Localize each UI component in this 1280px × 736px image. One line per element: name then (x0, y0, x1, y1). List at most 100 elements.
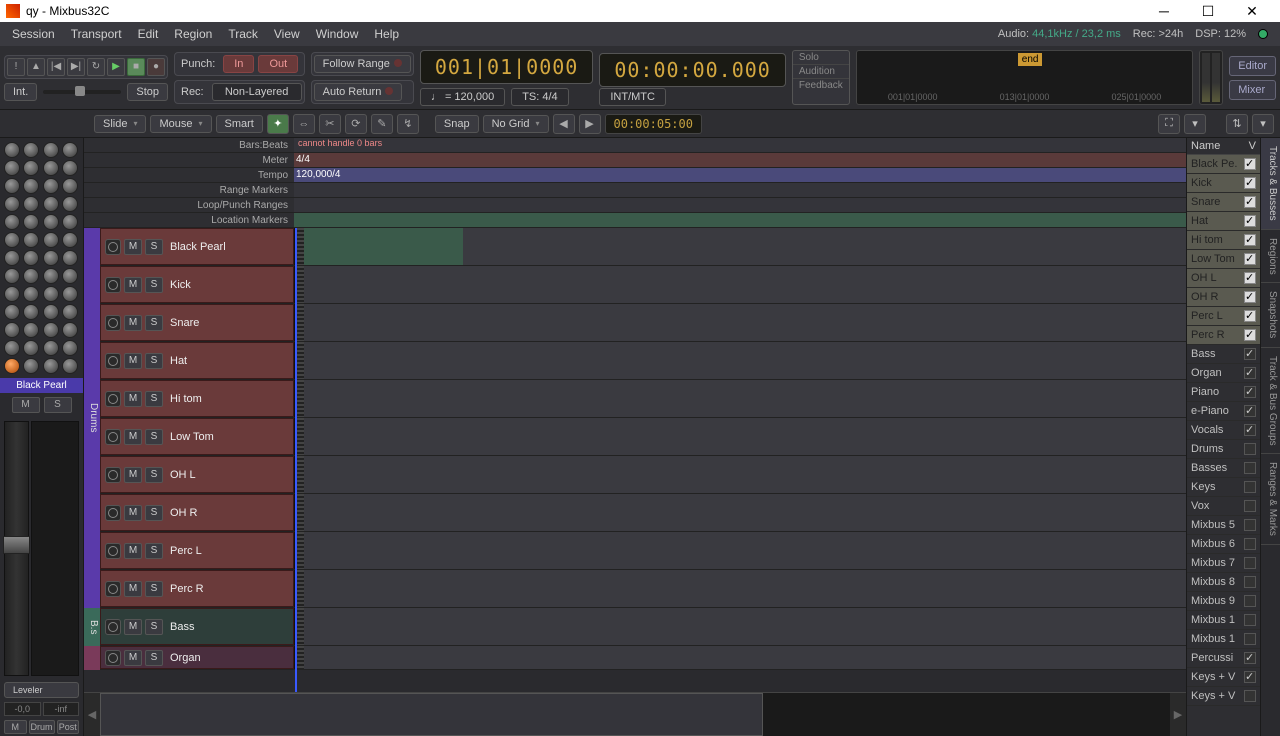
mixer-button[interactable]: Mixer (1229, 80, 1276, 100)
ruler-tempo[interactable]: 120,000/4 (294, 168, 1186, 182)
ruler-barsbeats[interactable]: cannot handle 0 bars (294, 138, 1186, 152)
eq-knob[interactable] (23, 268, 39, 284)
monitor-button[interactable]: M (4, 720, 27, 734)
group-tab-bass[interactable]: B.s (84, 608, 100, 646)
list-item[interactable]: Mixbus 1 (1187, 611, 1260, 630)
menu-track[interactable]: Track (220, 24, 266, 44)
list-item[interactable]: OH L (1187, 269, 1260, 288)
eq-knob[interactable] (4, 304, 20, 320)
list-header-visible[interactable]: V (1249, 140, 1256, 152)
list-item[interactable]: Black Pe. (1187, 155, 1260, 174)
visibility-checkbox[interactable] (1244, 671, 1256, 683)
send-knob[interactable] (43, 178, 59, 194)
list-item[interactable]: Snare (1187, 193, 1260, 212)
eq-knob[interactable] (62, 196, 78, 212)
track-rec-button[interactable] (105, 505, 121, 521)
ruler-location[interactable] (294, 213, 1186, 227)
close-button[interactable]: ✕ (1230, 0, 1274, 22)
eq-knob[interactable] (43, 322, 59, 338)
visibility-checkbox[interactable] (1244, 576, 1256, 588)
track-header[interactable]: MSLow Tom (100, 418, 294, 455)
list-item[interactable]: Basses (1187, 459, 1260, 478)
list-item[interactable]: Mixbus 8 (1187, 573, 1260, 592)
goto-start-button[interactable]: |◀ (47, 58, 65, 76)
track-row[interactable]: MSPerc R (100, 570, 1186, 608)
track-header[interactable]: MSBlack Pearl (100, 228, 294, 265)
track-rec-button[interactable] (105, 239, 121, 255)
eq-knob[interactable] (43, 358, 59, 374)
strip-solo-button[interactable]: S (44, 397, 72, 413)
track-header[interactable]: MSOH R (100, 494, 294, 531)
cut-tool[interactable]: ✂ (319, 114, 341, 134)
track-rec-button[interactable] (105, 650, 121, 666)
track-canvas[interactable] (304, 304, 1186, 341)
track-row[interactable]: MSHi tom (100, 380, 1186, 418)
eq-knob[interactable] (23, 214, 39, 230)
visibility-checkbox[interactable] (1244, 253, 1256, 265)
range-tool[interactable]: ⇔ (293, 114, 315, 134)
visibility-checkbox[interactable] (1244, 614, 1256, 626)
visibility-checkbox[interactable] (1244, 177, 1256, 189)
eq-knob[interactable] (62, 358, 78, 374)
track-rec-button[interactable] (105, 353, 121, 369)
timefx-tool[interactable]: ⟳ (345, 114, 367, 134)
vtab-tracks[interactable]: Tracks & Busses (1261, 138, 1280, 230)
visibility-checkbox[interactable] (1244, 367, 1256, 379)
track-canvas[interactable] (304, 494, 1186, 531)
list-item[interactable]: Keys + V (1187, 687, 1260, 706)
eq-knob[interactable] (23, 304, 39, 320)
list-item[interactable]: Keys + V (1187, 668, 1260, 687)
goto-end-button[interactable]: ▶| (67, 58, 85, 76)
track-canvas[interactable] (304, 646, 1186, 669)
list-item[interactable]: Piano (1187, 383, 1260, 402)
send-knob[interactable] (62, 178, 78, 194)
list-item[interactable]: Mixbus 1 (1187, 630, 1260, 649)
track-header[interactable]: MSOrgan (100, 646, 294, 669)
visibility-checkbox[interactable] (1244, 633, 1256, 645)
group-tab-organ[interactable] (84, 646, 100, 670)
rec-mode-dropdown[interactable]: Non-Layered (212, 83, 302, 101)
eq-knob[interactable] (62, 232, 78, 248)
fader[interactable] (4, 421, 29, 676)
menu-region[interactable]: Region (166, 24, 220, 44)
list-item[interactable]: Perc R (1187, 326, 1260, 345)
drum-mode-button[interactable]: Drum (29, 720, 55, 734)
track-mute-button[interactable]: M (124, 239, 142, 255)
track-row[interactable]: MSOH L (100, 456, 1186, 494)
track-solo-button[interactable]: S (145, 239, 163, 255)
track-solo-button[interactable]: S (145, 650, 163, 666)
send-knob[interactable] (43, 142, 59, 158)
menu-help[interactable]: Help (366, 24, 407, 44)
list-item[interactable]: Mixbus 9 (1187, 592, 1260, 611)
visibility-checkbox[interactable] (1244, 310, 1256, 322)
send-knob[interactable] (62, 160, 78, 176)
vtab-groups[interactable]: Track & Bus Groups (1261, 348, 1280, 455)
list-item[interactable]: Perc L (1187, 307, 1260, 326)
eq-knob[interactable] (62, 322, 78, 338)
track-solo-button[interactable]: S (145, 467, 163, 483)
menu-window[interactable]: Window (308, 24, 367, 44)
stop-button-icon[interactable]: ■ (127, 58, 145, 76)
track-rec-button[interactable] (105, 391, 121, 407)
editor-button[interactable]: Editor (1229, 56, 1276, 76)
record-button[interactable]: ● (147, 58, 165, 76)
track-solo-button[interactable]: S (145, 353, 163, 369)
track-solo-button[interactable]: S (145, 505, 163, 521)
vtab-snapshots[interactable]: Snapshots (1261, 283, 1280, 347)
grid-dropdown[interactable]: No Grid (483, 115, 549, 133)
list-item[interactable]: Keys (1187, 478, 1260, 497)
list-item[interactable]: Organ (1187, 364, 1260, 383)
eq-knob[interactable] (4, 214, 20, 230)
eq-knob[interactable] (23, 340, 39, 356)
nudge-back-button[interactable]: ◀ (553, 114, 575, 134)
eq-knob[interactable] (4, 268, 20, 284)
maximize-button[interactable]: ☐ (1186, 0, 1230, 22)
minimize-button[interactable]: ─ (1142, 0, 1186, 22)
track-mute-button[interactable]: M (124, 581, 142, 597)
summary-overview[interactable] (100, 693, 1170, 736)
eq-knob[interactable] (62, 286, 78, 302)
fader-value[interactable]: -0,0 (4, 702, 41, 716)
menu-edit[interactable]: Edit (130, 24, 167, 44)
visibility-checkbox[interactable] (1244, 386, 1256, 398)
eq-knob[interactable] (43, 304, 59, 320)
